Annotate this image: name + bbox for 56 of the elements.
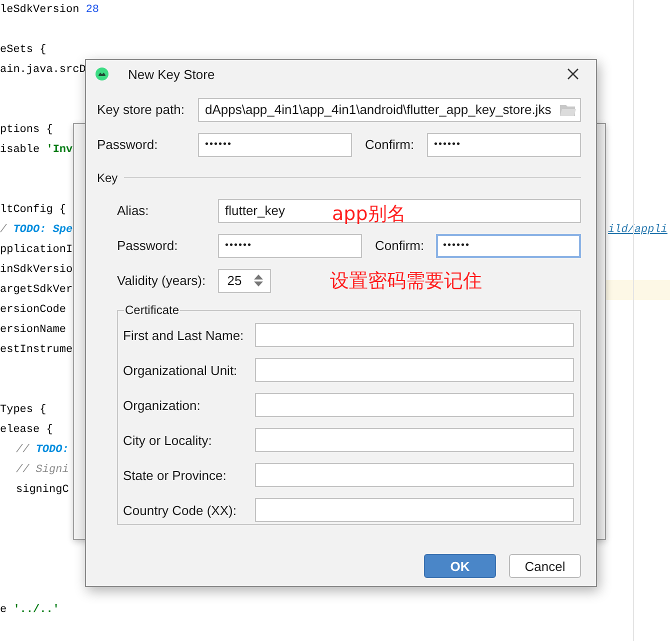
input-field[interactable] [255, 463, 574, 487]
code-line: elease { [0, 424, 53, 436]
code-line: signingC [16, 484, 69, 496]
field-label: Validity (years): [117, 273, 207, 288]
field-label: Confirm: [364, 137, 416, 152]
input-field[interactable] [255, 358, 574, 382]
code-line: ain.java.srcD [0, 64, 86, 76]
input-field[interactable] [255, 393, 574, 417]
field-label: Password: [97, 137, 159, 152]
field-label: City or Locality: [123, 432, 213, 448]
password-field[interactable]: •••••• [427, 132, 581, 156]
field-label: State or Province: [123, 468, 228, 482]
code-line: // TODO: [16, 444, 69, 456]
password-field[interactable]: •••••• [436, 234, 581, 258]
folder-icon[interactable] [560, 104, 576, 116]
annotation-text: 设置密码需要记住 [330, 270, 482, 292]
field-label: First and Last Name: [123, 328, 245, 342]
code-link[interactable]: ild/appli [608, 224, 670, 236]
code-line: ersionName [0, 324, 66, 336]
field-label: Country Code (XX): [123, 502, 238, 518]
input-field[interactable] [255, 498, 574, 522]
android-icon [95, 67, 109, 81]
code-line: e '../..' [0, 604, 60, 616]
field-label: Organization: [123, 398, 202, 412]
code-line: / TODO: Spe [0, 224, 73, 236]
field-label: Organizational Unit: [123, 362, 238, 378]
code-line: ltConfig { [0, 204, 66, 216]
ok-button[interactable]: OK [424, 554, 496, 578]
input-field[interactable]: dApps\app_4in1\app_4in1\android\flutter_app_key_store.jks [198, 98, 581, 122]
code-line: argetSdkVer [0, 284, 73, 296]
code-line: Types { [0, 404, 46, 416]
code-line: inSdkVersio [0, 264, 73, 276]
up-down-arrows-icon[interactable] [254, 274, 263, 287]
field-label: Alias: [117, 203, 150, 218]
section-title: Key [97, 170, 118, 184]
code-line: eSets { [0, 44, 46, 56]
code-line: estInstrume [0, 344, 73, 356]
window-title: New Key Store [128, 66, 215, 82]
cancel-button[interactable]: Cancel [509, 554, 581, 578]
password-field[interactable]: •••••• [218, 234, 362, 258]
code-line: pplicationI [0, 244, 73, 256]
input-field[interactable] [255, 323, 574, 347]
number-spinner[interactable]: 25 [218, 268, 271, 292]
code-line: ptions { [0, 124, 53, 136]
code-line: ersionCode [0, 304, 66, 316]
password-field[interactable]: •••••• [198, 132, 352, 156]
annotation-text: app别名 [332, 203, 406, 225]
code-line: leSdkVersion 28 [0, 4, 100, 16]
field-label: Key store path: [97, 102, 186, 117]
close-icon[interactable] [567, 68, 579, 80]
field-label: Password: [117, 238, 179, 253]
code-line: // Signi [16, 464, 69, 476]
field-label: Confirm: [374, 238, 426, 253]
code-line: isable 'Inv [0, 144, 73, 156]
input-field[interactable] [255, 428, 574, 452]
group-title: Certificate [124, 303, 180, 317]
